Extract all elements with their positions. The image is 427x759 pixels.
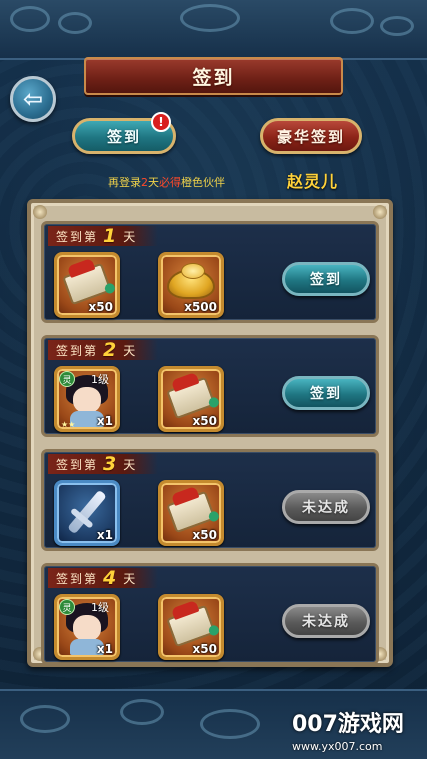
cloud-ornament xyxy=(20,705,70,733)
row-prefix: 签到第 xyxy=(56,571,99,586)
row-suffix: 天 xyxy=(123,343,138,358)
cloud-ornament xyxy=(330,8,374,34)
hint-must: 必得 xyxy=(159,176,181,189)
row-prefix: 签到第 xyxy=(56,343,99,358)
back-arrow-icon: ⇦ xyxy=(22,85,44,113)
cloud-ornament xyxy=(380,16,414,36)
hero-face xyxy=(73,387,101,414)
row-day-number: 2 xyxy=(103,339,119,361)
hint-suffix: 橙色伙伴 xyxy=(181,176,225,189)
reward-item[interactable]: x50 xyxy=(158,366,224,432)
reward-row-day-4: 签到第 4 天 灵 1级 x1 x50 未达成 xyxy=(41,563,379,663)
not-reached-button[interactable]: 未达成 xyxy=(282,490,370,524)
hero-level: 1级 xyxy=(91,601,109,614)
scroll-icon xyxy=(166,376,216,420)
companion-name: 赵灵儿 xyxy=(287,172,339,191)
corner-rivet xyxy=(373,205,387,219)
reward-item[interactable]: 灵 1级 x1 xyxy=(54,594,120,660)
reward-item[interactable]: x50 xyxy=(54,252,120,318)
row-day-number: 4 xyxy=(103,567,119,589)
element-badge: 灵 xyxy=(59,599,75,615)
scroll-icon xyxy=(166,490,216,534)
item-quantity: x1 xyxy=(96,414,113,428)
row-header: 签到第 3 天 xyxy=(48,453,158,475)
row-day-number: 1 xyxy=(103,225,119,247)
row-prefix: 签到第 xyxy=(56,457,99,472)
item-quantity: x1 xyxy=(96,528,113,542)
tab-luxury-signin[interactable]: 豪华签到 xyxy=(260,118,362,154)
top-ornament-band xyxy=(0,0,427,60)
row-header: 签到第 1 天 xyxy=(48,225,158,247)
reward-item[interactable]: x1 xyxy=(54,480,120,546)
tab-signin-label: 签到 xyxy=(106,127,141,146)
item-quantity: x50 xyxy=(192,528,217,542)
hint-prefix: 再登录 xyxy=(108,176,141,189)
cloud-ornament xyxy=(120,699,164,725)
cloud-ornament xyxy=(10,6,50,32)
watermark-main: 007游戏网 xyxy=(292,712,404,737)
notification-badge: ! xyxy=(151,112,171,132)
signin-panel: 签到第 1 天 x50 x500 签到 签到第 2 天 灵 1级 ★★ x1 x… xyxy=(27,199,393,667)
star-rating-icon: ★★ xyxy=(61,420,76,429)
scroll-icon xyxy=(166,604,216,648)
reward-item[interactable]: 灵 1级 ★★ x1 xyxy=(54,366,120,432)
cloud-ornament xyxy=(200,709,260,739)
signin-hint: 再登录2天必得橙色伙伴 xyxy=(108,174,225,190)
row-header: 签到第 2 天 xyxy=(48,339,158,361)
watermark: 007游戏网 www.yx007.com xyxy=(292,706,404,753)
item-quantity: x1 xyxy=(96,642,113,656)
row-prefix: 签到第 xyxy=(56,229,99,244)
hint-days: 天 xyxy=(148,176,159,189)
reward-item[interactable]: x50 xyxy=(158,480,224,546)
signin-button[interactable]: 签到 xyxy=(282,262,370,296)
row-suffix: 天 xyxy=(123,457,138,472)
row-suffix: 天 xyxy=(123,229,138,244)
item-quantity: x50 xyxy=(192,414,217,428)
reward-item[interactable]: x50 xyxy=(158,594,224,660)
row-suffix: 天 xyxy=(123,571,138,586)
scroll-icon xyxy=(62,262,112,306)
watermark-url: www.yx007.com xyxy=(292,740,383,753)
row-header: 签到第 4 天 xyxy=(48,567,158,589)
element-badge: 灵 xyxy=(59,371,75,387)
hero-face xyxy=(73,615,101,642)
row-day-number: 3 xyxy=(103,453,119,475)
page-title-banner: 签到 xyxy=(84,57,343,95)
page-title: 签到 xyxy=(192,66,235,89)
tab-luxury-label: 豪华签到 xyxy=(276,127,345,146)
hint-count: 2 xyxy=(141,176,148,189)
item-quantity: x50 xyxy=(88,300,113,314)
reward-row-day-3: 签到第 3 天 x1 x50 未达成 xyxy=(41,449,379,551)
cloud-ornament xyxy=(180,4,240,32)
gold-ingot-icon xyxy=(167,262,215,299)
item-quantity: x50 xyxy=(192,642,217,656)
signin-button[interactable]: 签到 xyxy=(282,376,370,410)
reward-row-day-1: 签到第 1 天 x50 x500 签到 xyxy=(41,221,379,323)
back-button[interactable]: ⇦ xyxy=(10,76,56,122)
cloud-ornament xyxy=(58,12,92,34)
hero-level: 1级 xyxy=(91,373,109,386)
reward-item[interactable]: x500 xyxy=(158,252,224,318)
corner-rivet xyxy=(33,205,47,219)
reward-row-day-2: 签到第 2 天 灵 1级 ★★ x1 x50 签到 xyxy=(41,335,379,437)
item-quantity: x500 xyxy=(184,300,217,314)
not-reached-button[interactable]: 未达成 xyxy=(282,604,370,638)
